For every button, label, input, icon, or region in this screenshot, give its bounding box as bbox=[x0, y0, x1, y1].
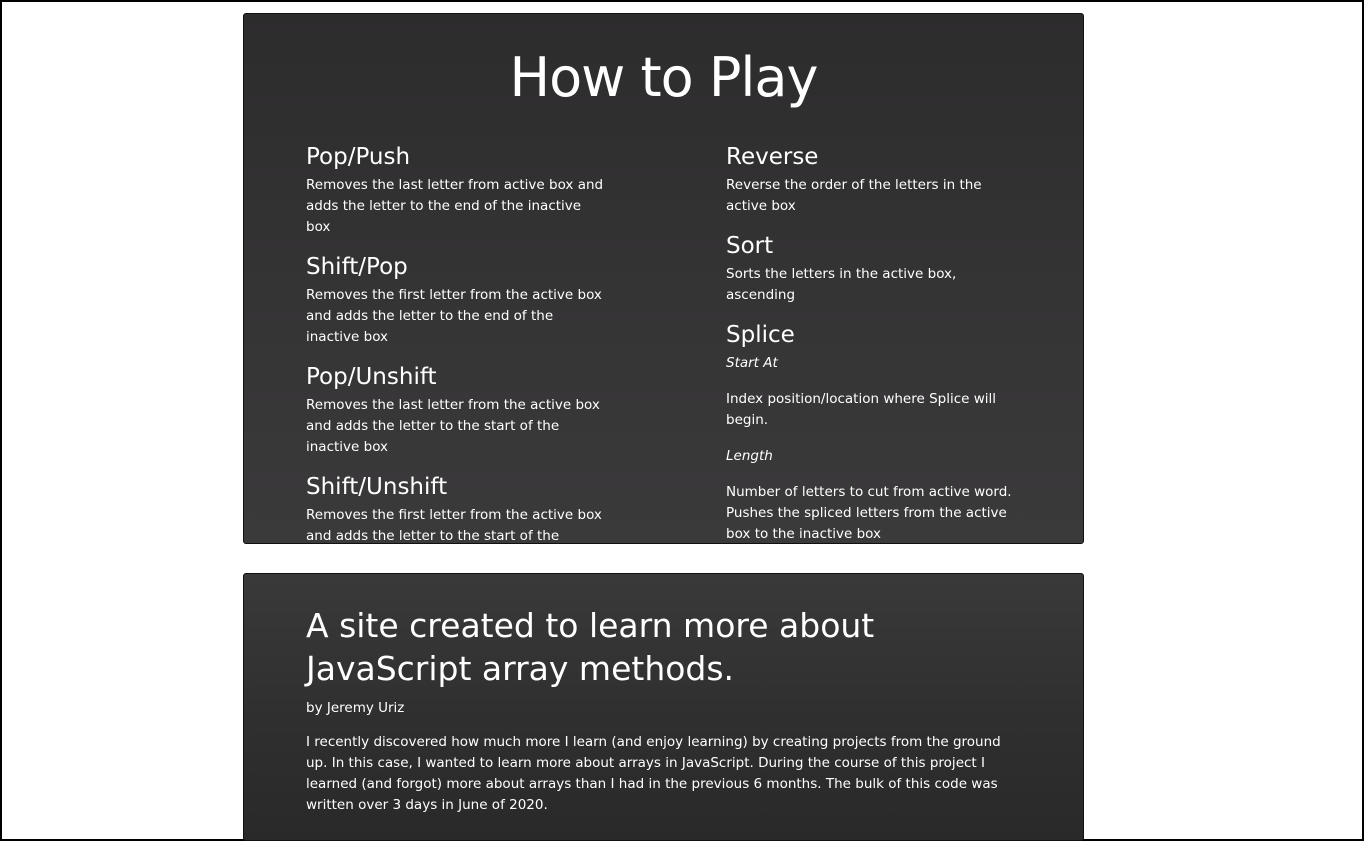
rule-description: Reverse the order of the letters in the … bbox=[726, 177, 982, 214]
rule-title: Splice bbox=[726, 322, 795, 348]
rule-splice: Splice Start At Index position/location … bbox=[726, 320, 1026, 545]
rule-description: Sorts the letters in the active box, asc… bbox=[726, 266, 957, 303]
rules-left-column: Pop/Push Removes the last letter from ac… bbox=[306, 142, 606, 582]
splice-start-description: Index position/location where Splice wil… bbox=[726, 391, 997, 428]
how-to-play-panel: How to Play Pop/Push Removes the last le… bbox=[243, 13, 1084, 565]
rules-right-column: Reverse Reverse the order of the letters… bbox=[726, 142, 1026, 560]
rule-description: Removes the last letter from the active … bbox=[306, 397, 600, 455]
splice-length-description: Number of letters to cut from active wor… bbox=[726, 484, 1012, 542]
about-panel: A site created to learn more about JavaS… bbox=[243, 573, 1084, 841]
rule-reverse: Reverse Reverse the order of the letters… bbox=[726, 142, 1026, 217]
splice-start-label: Start At bbox=[726, 355, 778, 371]
rule-description: Removes the last letter from active box … bbox=[306, 177, 604, 235]
splice-length-label: Length bbox=[726, 448, 773, 464]
about-title: A site created to learn more about JavaS… bbox=[306, 606, 875, 688]
rule-description: Removes the first letter from the active… bbox=[306, 287, 602, 345]
rule-title: Sort bbox=[726, 233, 774, 259]
about-body: I recently discovered how much more I le… bbox=[306, 734, 1001, 813]
rule-shift-pop: Shift/Pop Removes the first letter from … bbox=[306, 252, 606, 348]
how-to-play-title: How to Play bbox=[509, 46, 819, 109]
rule-title: Pop/Push bbox=[306, 144, 411, 170]
rule-pop-push: Pop/Push Removes the last letter from ac… bbox=[306, 142, 606, 238]
rule-description: Removes the first letter from the active… bbox=[306, 507, 602, 565]
rule-title: Reverse bbox=[726, 144, 819, 170]
rule-shift-unshift: Shift/Unshift Removes the first letter f… bbox=[306, 472, 606, 568]
rule-title: Pop/Unshift bbox=[306, 364, 437, 390]
rule-title: Shift/Unshift bbox=[306, 474, 448, 500]
rule-title: Shift/Pop bbox=[306, 254, 408, 280]
rule-pop-unshift: Pop/Unshift Removes the last letter from… bbox=[306, 362, 606, 458]
rule-sort: Sort Sorts the letters in the active box… bbox=[726, 231, 1026, 306]
about-author: by Jeremy Uriz bbox=[306, 700, 405, 716]
